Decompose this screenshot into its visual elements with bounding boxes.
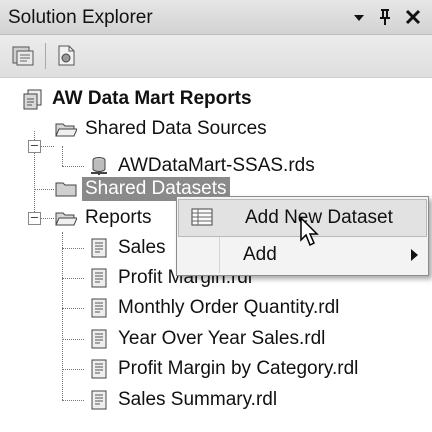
tree-item-report[interactable]: Year Over Year Sales.rdl [88,324,325,354]
report-label: Monthly Order Quantity.rdl [118,297,340,318]
report-icon [91,238,107,258]
tree-line [62,166,84,167]
tree-line [40,218,54,219]
folder-icon [55,182,77,197]
tree-item-report[interactable]: Profit Margin by Category.rdl [88,354,358,384]
tree-item-shared-data-sources[interactable]: Shared Data Sources [55,114,267,144]
tree-line [62,248,84,249]
report-icon [91,268,107,288]
chevron-down-icon[interactable] [348,6,370,28]
tree-item-project[interactable]: AW Data Mart Reports [22,84,252,114]
report-icon [91,298,107,318]
tree-line [62,146,63,166]
tree-line [40,146,54,147]
collapse-reports[interactable]: − [28,212,41,225]
add-label: Add [243,244,277,265]
reports-label: Reports [85,207,152,228]
submenu-arrow-icon [411,249,418,261]
report-label: Profit Margin by Category.rdl [118,358,359,379]
tree-line [62,278,84,279]
tree-line [62,232,63,400]
report-icon [91,390,107,410]
collapse-shared-data-sources[interactable]: − [28,140,41,153]
dataset-icon [191,208,213,226]
report-icon [91,329,107,349]
report-label: Sales [118,237,166,258]
project-icon [23,89,42,110]
shared-data-sources-label: Shared Data Sources [85,118,267,139]
tree-item-report[interactable]: Sales [88,233,166,263]
close-icon[interactable] [402,6,424,28]
tree-item-report[interactable]: Sales Summary.rdl [88,385,277,415]
open-folder-icon [55,212,77,226]
tree-line [62,339,84,340]
mouse-cursor-icon [300,217,319,247]
title-bar: Solution Explorer [0,0,432,35]
window-title: Solution Explorer [8,7,153,28]
toolbar-separator [45,43,46,69]
tree-line [62,369,84,370]
report-label: Year Over Year Sales.rdl [118,328,326,349]
show-all-files-icon[interactable] [54,43,80,69]
tree-line [34,189,54,190]
open-folder-icon [55,123,77,137]
tree-line [62,400,84,401]
tree-item-reports[interactable]: Reports [55,203,152,233]
pin-icon[interactable] [374,6,396,28]
tree-item-report[interactable]: Monthly Order Quantity.rdl [88,293,339,323]
tree-line [62,308,84,309]
report-icon [91,359,107,379]
properties-icon[interactable] [10,43,36,69]
report-label: Sales Summary.rdl [118,389,278,410]
toolbar [0,35,432,78]
project-label: AW Data Mart Reports [52,88,252,109]
